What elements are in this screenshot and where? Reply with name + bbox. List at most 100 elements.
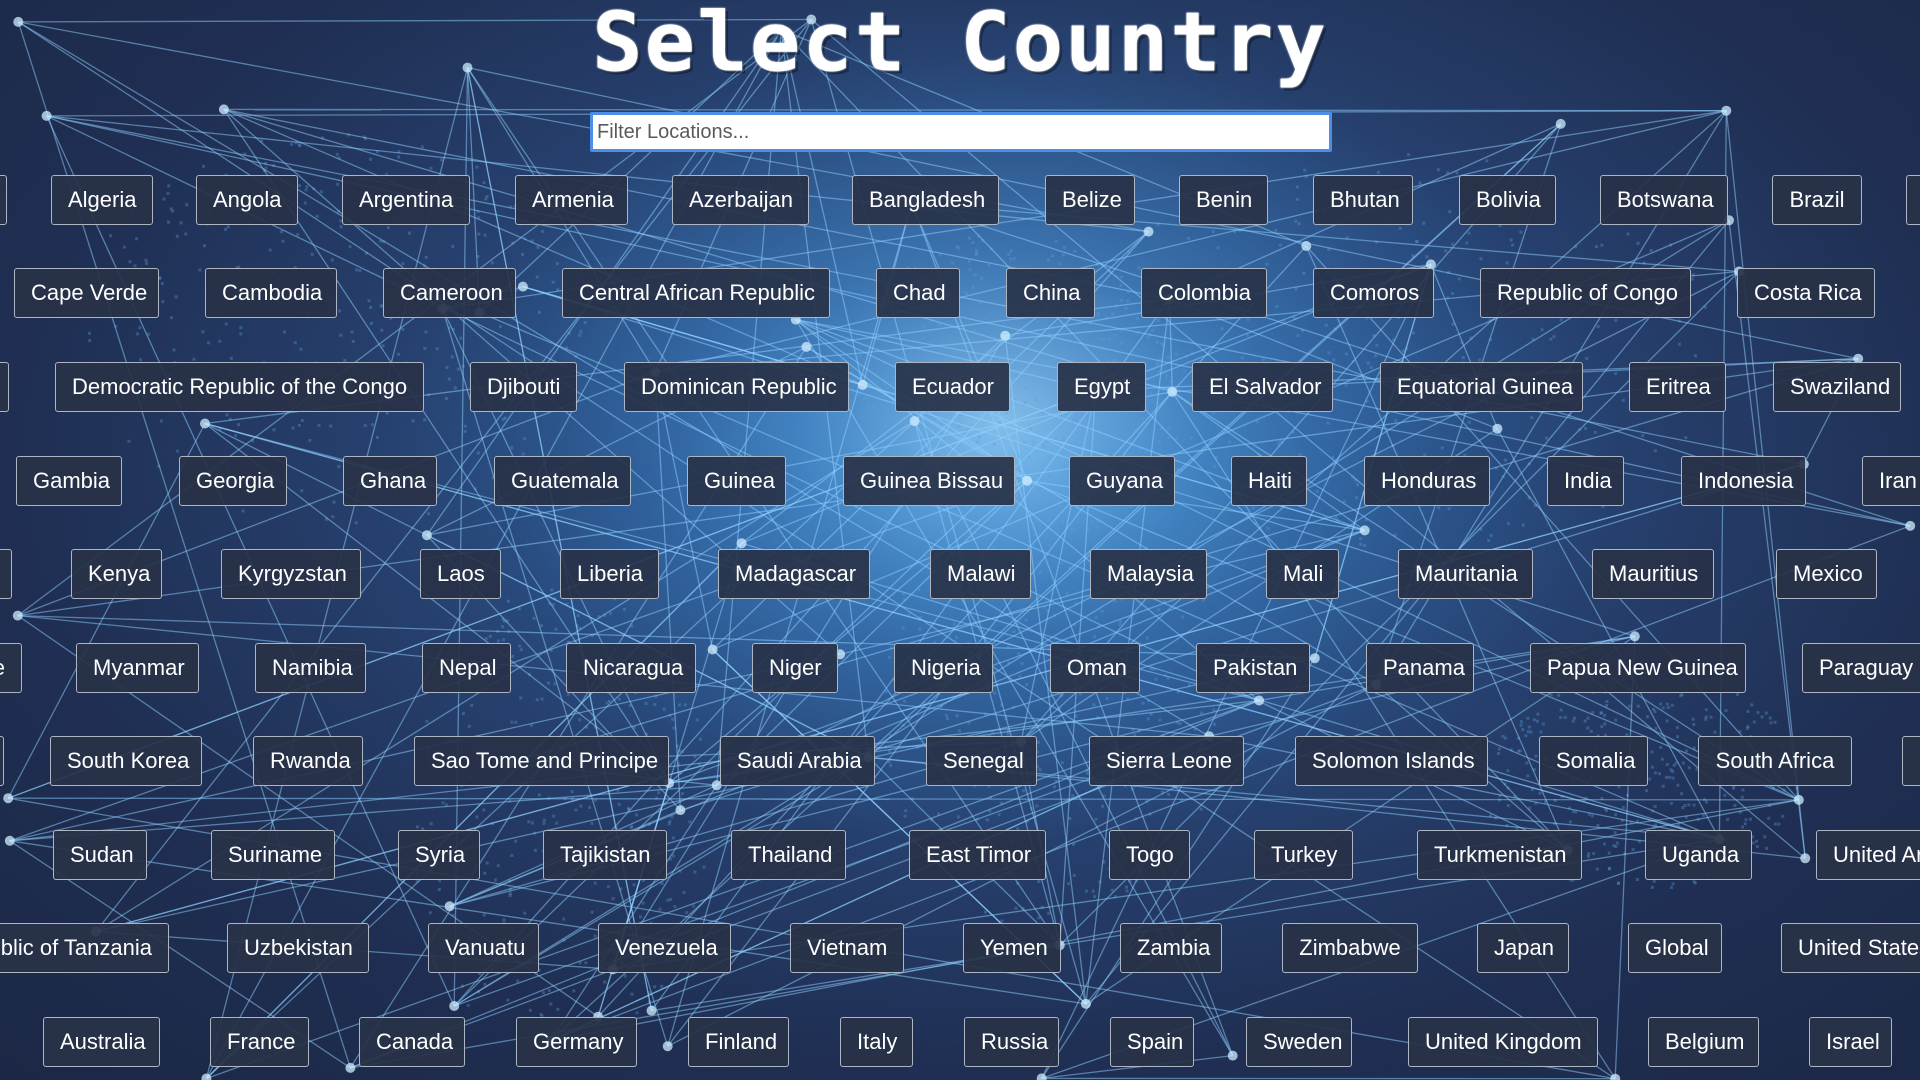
country-button[interactable]: Sao Tome and Principe bbox=[414, 736, 669, 786]
country-button[interactable]: Djibouti bbox=[470, 362, 577, 412]
country-button[interactable]: Israel bbox=[1809, 1017, 1892, 1067]
country-button[interactable]: Laos bbox=[420, 549, 501, 599]
country-button[interactable]: Bolivia bbox=[1459, 175, 1556, 225]
country-button[interactable]: Belgium bbox=[1648, 1017, 1759, 1067]
country-button[interactable]: Dominican Republic bbox=[624, 362, 849, 412]
country-button[interactable]: Togo bbox=[1109, 830, 1190, 880]
country-button[interactable]: blic of Tanzania bbox=[0, 923, 169, 973]
country-button[interactable]: Democratic Republic of the Congo bbox=[55, 362, 424, 412]
country-button[interactable]: Vanuatu bbox=[428, 923, 539, 973]
country-button[interactable]: El Salvador bbox=[1192, 362, 1333, 412]
country-button[interactable]: Zimbabwe bbox=[1282, 923, 1418, 973]
country-button[interactable]: Cambodia bbox=[205, 268, 337, 318]
country-button[interactable]: Syria bbox=[398, 830, 480, 880]
country-button[interactable]: e bbox=[0, 643, 22, 693]
country-button[interactable]: Canada bbox=[359, 1017, 465, 1067]
country-button[interactable]: India bbox=[1547, 456, 1624, 506]
country-button[interactable]: Venezuela bbox=[598, 923, 731, 973]
country-button[interactable]: Algeria bbox=[51, 175, 153, 225]
country-button[interactable] bbox=[0, 362, 9, 412]
country-button[interactable] bbox=[1902, 736, 1920, 786]
country-button[interactable]: Tajikistan bbox=[543, 830, 667, 880]
country-button[interactable]: Russia bbox=[964, 1017, 1059, 1067]
country-button[interactable]: Sierra Leone bbox=[1089, 736, 1244, 786]
country-button[interactable]: Panama bbox=[1366, 643, 1474, 693]
country-button[interactable]: Malawi bbox=[930, 549, 1031, 599]
country-button[interactable]: Guatemala bbox=[494, 456, 631, 506]
country-button[interactable]: Chad bbox=[876, 268, 960, 318]
country-button[interactable]: Swaziland bbox=[1773, 362, 1901, 412]
country-button[interactable]: Sweden bbox=[1246, 1017, 1352, 1067]
country-button[interactable]: Botswana bbox=[1600, 175, 1728, 225]
country-button[interactable]: Finland bbox=[688, 1017, 789, 1067]
country-button[interactable]: Japan bbox=[1477, 923, 1569, 973]
country-button[interactable] bbox=[0, 549, 12, 599]
country-button[interactable]: France bbox=[210, 1017, 309, 1067]
country-button[interactable]: Suriname bbox=[211, 830, 335, 880]
country-button[interactable]: Guyana bbox=[1069, 456, 1175, 506]
country-button[interactable]: Ghana bbox=[343, 456, 437, 506]
country-button[interactable]: Mauritius bbox=[1592, 549, 1714, 599]
country-button[interactable]: Italy bbox=[840, 1017, 913, 1067]
country-button[interactable]: Benin bbox=[1179, 175, 1268, 225]
country-button[interactable]: Mauritania bbox=[1398, 549, 1533, 599]
country-button[interactable]: Cape Verde bbox=[14, 268, 159, 318]
country-button[interactable]: Spain bbox=[1110, 1017, 1194, 1067]
country-button[interactable]: Malaysia bbox=[1090, 549, 1207, 599]
country-button[interactable]: Paraguay bbox=[1802, 643, 1920, 693]
country-button[interactable]: Gambia bbox=[16, 456, 122, 506]
country-button[interactable]: Argentina bbox=[342, 175, 470, 225]
country-button[interactable]: Uganda bbox=[1645, 830, 1752, 880]
country-button[interactable]: Kyrgyzstan bbox=[221, 549, 361, 599]
country-button[interactable]: Saudi Arabia bbox=[720, 736, 875, 786]
country-button[interactable]: Mexico bbox=[1776, 549, 1877, 599]
country-button[interactable]: Mali bbox=[1266, 549, 1339, 599]
country-button[interactable]: Germany bbox=[516, 1017, 637, 1067]
country-button[interactable]: Guinea bbox=[687, 456, 786, 506]
country-button[interactable]: East Timor bbox=[909, 830, 1046, 880]
country-button[interactable]: Liberia bbox=[560, 549, 659, 599]
country-button[interactable]: Indonesia bbox=[1681, 456, 1806, 506]
country-button[interactable]: Namibia bbox=[255, 643, 366, 693]
country-button[interactable]: Uzbekistan bbox=[227, 923, 369, 973]
country-button[interactable]: Senegal bbox=[926, 736, 1037, 786]
country-button[interactable]: Turkmenistan bbox=[1417, 830, 1582, 880]
filter-locations-input[interactable] bbox=[590, 112, 1332, 152]
country-button[interactable]: Honduras bbox=[1364, 456, 1490, 506]
country-button[interactable]: Bhutan bbox=[1313, 175, 1413, 225]
country-button[interactable]: Papua New Guinea bbox=[1530, 643, 1746, 693]
country-button[interactable]: China bbox=[1006, 268, 1095, 318]
country-button[interactable]: Ecuador bbox=[895, 362, 1010, 412]
country-button[interactable]: Niger bbox=[752, 643, 838, 693]
country-button[interactable]: Solomon Islands bbox=[1295, 736, 1488, 786]
country-button[interactable]: Armenia bbox=[515, 175, 628, 225]
country-button[interactable]: Haiti bbox=[1231, 456, 1307, 506]
country-button[interactable]: Republic of Congo bbox=[1480, 268, 1691, 318]
country-button[interactable]: Azerbaijan bbox=[672, 175, 809, 225]
country-button[interactable]: South Africa bbox=[1698, 736, 1852, 786]
country-button[interactable]: Myanmar bbox=[76, 643, 199, 693]
country-button[interactable]: Kenya bbox=[71, 549, 162, 599]
country-button[interactable]: Thailand bbox=[731, 830, 846, 880]
country-button[interactable]: United Kingdom bbox=[1408, 1017, 1598, 1067]
country-button[interactable]: Brazil bbox=[1772, 175, 1862, 225]
country-button[interactable]: South Korea bbox=[50, 736, 202, 786]
country-button[interactable]: Equatorial Guinea bbox=[1380, 362, 1583, 412]
country-button[interactable]: Somalia bbox=[1539, 736, 1648, 786]
country-button[interactable]: Angola bbox=[196, 175, 298, 225]
country-button[interactable] bbox=[0, 175, 7, 225]
country-button[interactable]: Nepal bbox=[422, 643, 511, 693]
country-button[interactable] bbox=[0, 736, 4, 786]
country-button[interactable]: Vietnam bbox=[790, 923, 904, 973]
country-button[interactable]: United States bbox=[1781, 923, 1920, 973]
country-button[interactable]: Iran bbox=[1862, 456, 1920, 506]
country-button[interactable]: Bangladesh bbox=[852, 175, 999, 225]
country-button[interactable]: Georgia bbox=[179, 456, 287, 506]
country-button[interactable]: Australia bbox=[43, 1017, 160, 1067]
country-button[interactable]: United Ar bbox=[1816, 830, 1920, 880]
country-button[interactable]: Oman bbox=[1050, 643, 1140, 693]
country-button[interactable]: Egypt bbox=[1057, 362, 1146, 412]
country-button[interactable]: Zambia bbox=[1120, 923, 1222, 973]
country-button[interactable]: Central African Republic bbox=[562, 268, 830, 318]
country-button[interactable]: Guinea Bissau bbox=[843, 456, 1015, 506]
